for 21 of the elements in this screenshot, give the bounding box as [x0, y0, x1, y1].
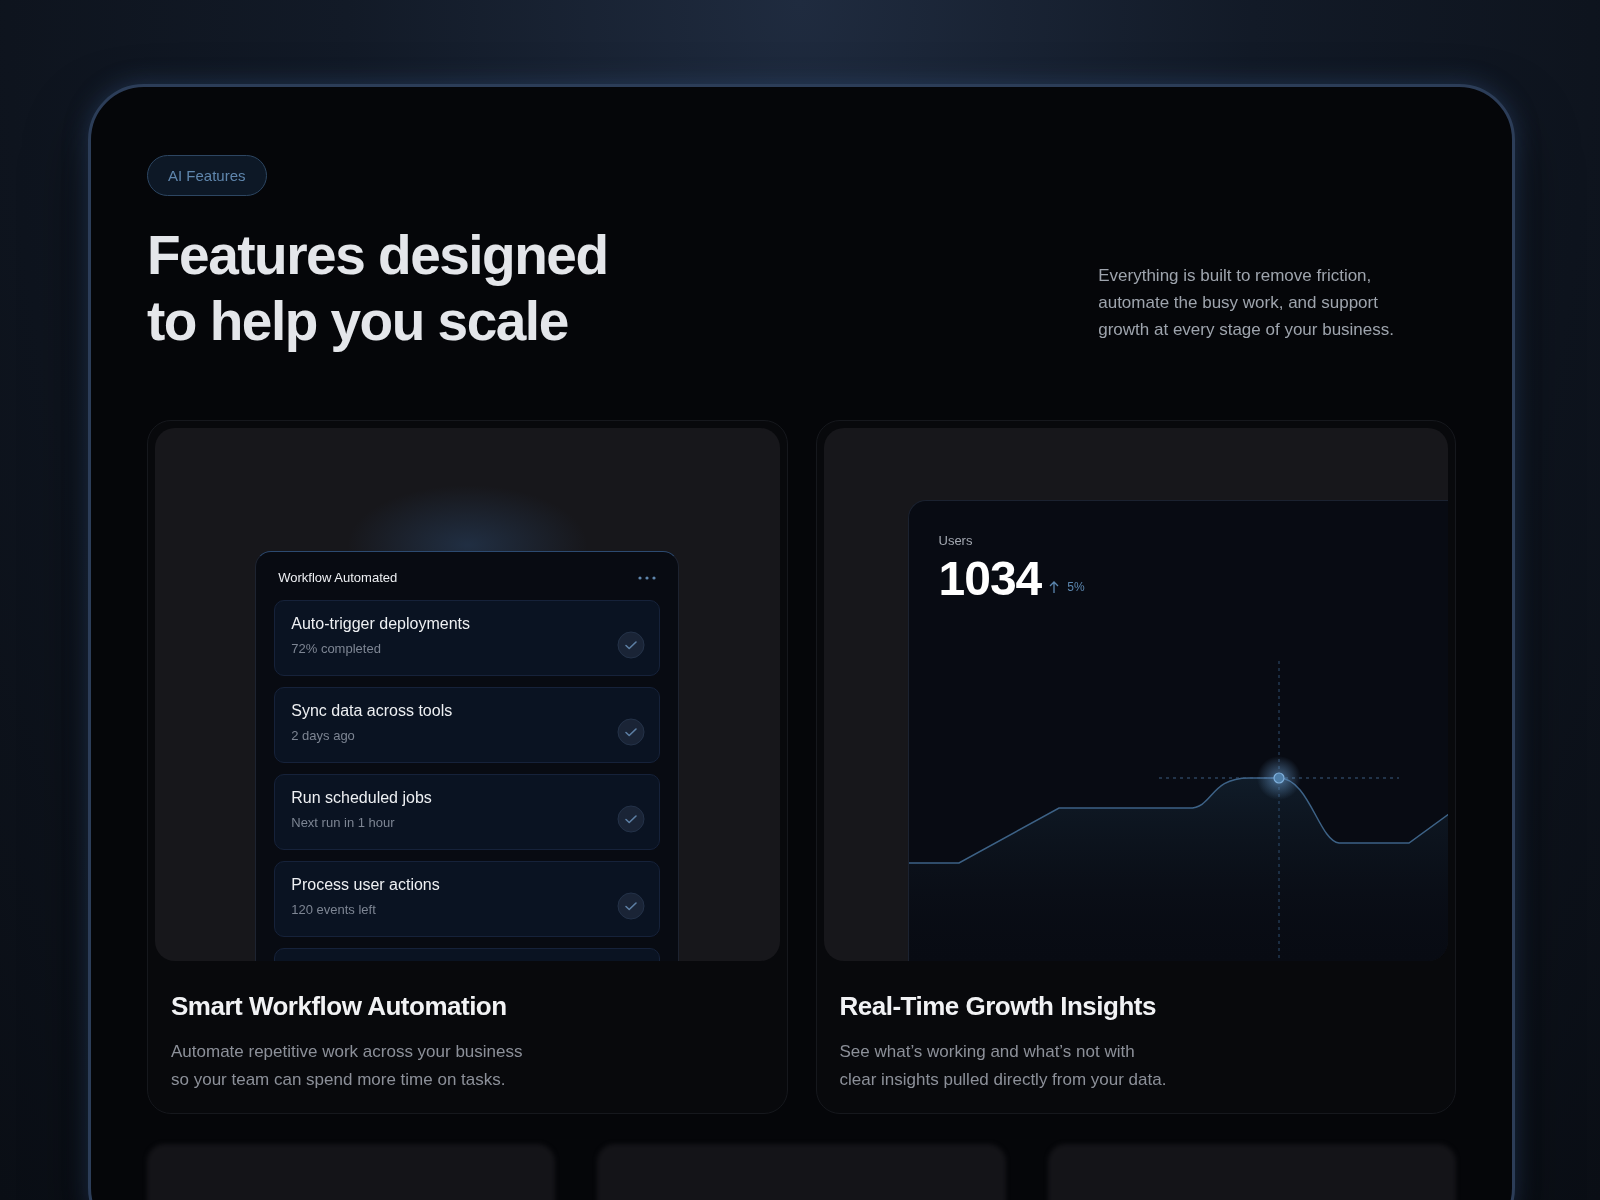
page-heading: Features designed to help you scale [147, 223, 608, 354]
task-name: Process user actions [291, 876, 440, 894]
task-detail: 120 events left [291, 902, 377, 917]
task-name: Auto-trigger deployments [291, 615, 470, 633]
task-detail: 72% completed [291, 641, 382, 656]
task-name: Run scheduled jobs [291, 789, 432, 807]
arrow-up-icon [1049, 580, 1060, 594]
task-name: Sync data across tools [291, 702, 453, 720]
task-detail: 2 days ago [291, 728, 356, 743]
card-title: Smart Workflow Automation [171, 991, 508, 1022]
card-description: See what’s working and what’s not with clear insights pulled directly from your data. [839, 1041, 1168, 1091]
task-detail: Next run in 1 hour [291, 815, 396, 830]
card-title: Real-Time Growth Insights [839, 991, 1157, 1022]
metric-change: 5% [1067, 580, 1085, 594]
metric-label: Users [938, 533, 974, 548]
panel-title: Workflow Automated [278, 570, 398, 585]
intro-text: Everything is built to remove friction, automate the busy work, and support growth at every stage of your business. [1098, 265, 1394, 341]
section-badge: AI Features [147, 155, 267, 196]
metric-value: 1034 [938, 554, 1042, 604]
more-icon[interactable] [638, 575, 657, 580]
card-description: Automate repetitive work across your business so your team can spend more time on tasks. [171, 1041, 524, 1091]
